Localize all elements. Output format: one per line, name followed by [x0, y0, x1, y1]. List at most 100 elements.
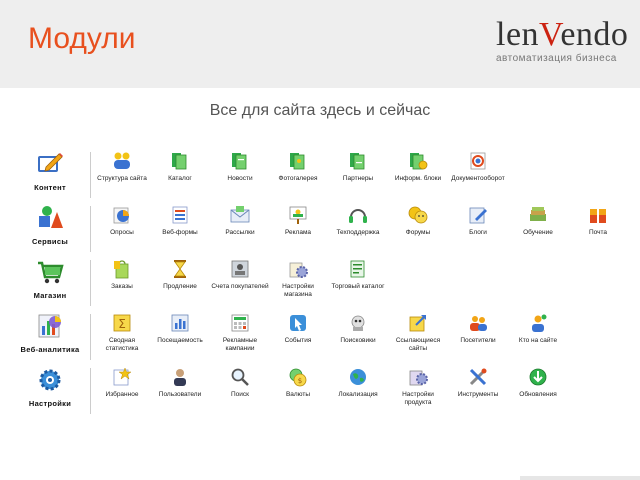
referring-sites-icon	[407, 312, 429, 334]
module-item[interactable]: Торговый каталог	[328, 258, 388, 308]
module-row-3: Магазин Заказы Продление Счета покупателей Н…	[14, 258, 626, 308]
module-label: Опросы	[110, 229, 134, 236]
module-item[interactable]: Поиск	[210, 366, 270, 416]
module-label: Партнеры	[342, 175, 374, 182]
module-label: Каталог	[168, 175, 192, 182]
module-label: Рассылки	[225, 229, 255, 236]
currencies-icon: $	[287, 366, 309, 388]
module-label: Блоги	[469, 229, 487, 236]
module-item[interactable]: Почта	[568, 204, 628, 254]
module-item[interactable]: Счета покупателей	[210, 258, 270, 308]
row-divider	[90, 260, 91, 306]
module-item[interactable]: Техподдержка	[328, 204, 388, 254]
module-label: Настройки магазина	[282, 283, 314, 298]
users-icon	[169, 366, 191, 388]
module-item[interactable]: Каталог	[150, 150, 210, 200]
module-label: Посещаемость	[157, 337, 203, 344]
events-icon	[287, 312, 309, 334]
category-label: Контент	[34, 183, 66, 192]
module-item[interactable]: Рассылки	[210, 204, 270, 254]
favorites-star-icon	[111, 366, 133, 388]
module-item[interactable]: Документооборот	[448, 150, 508, 200]
module-item[interactable]: Инструменты	[448, 366, 508, 416]
module-label: Информ. блоки	[394, 175, 442, 182]
catalog-icon	[169, 150, 191, 172]
module-item[interactable]: Структура сайта	[92, 150, 152, 200]
module-label: Структура сайта	[97, 175, 147, 182]
module-item[interactable]: Реклама	[268, 204, 328, 254]
module-item[interactable]: Ссылающиеся сайты	[388, 312, 448, 362]
tools-icon	[467, 366, 489, 388]
summary-stats-icon: Σ	[111, 312, 133, 334]
news-icon	[229, 150, 251, 172]
category-2[interactable]: Сервисы	[14, 204, 86, 254]
blogs-icon	[467, 204, 489, 226]
module-label: Пользователи	[158, 391, 202, 398]
localization-globe-icon	[347, 366, 369, 388]
module-item[interactable]: Фотогалерея	[268, 150, 328, 200]
category-4[interactable]: Веб-аналитика	[14, 312, 86, 362]
analytics-chart-icon	[36, 312, 64, 340]
module-label: Веб-формы	[162, 229, 198, 236]
module-label: Обновления	[519, 391, 557, 398]
module-item[interactable]: События	[268, 312, 328, 362]
module-label: Локализация	[338, 391, 378, 398]
module-item[interactable]: Локализация	[328, 366, 388, 416]
module-item[interactable]: Блоги	[448, 204, 508, 254]
module-label: Новости	[227, 175, 253, 182]
module-label: Поисковики	[340, 337, 376, 344]
module-row-4: Веб-аналитика Σ Сводная статистика Посещаем…	[14, 312, 626, 362]
renewal-hourglass-icon	[169, 258, 191, 280]
orders-icon	[111, 258, 133, 280]
module-item[interactable]: Поисковики	[328, 312, 388, 362]
module-label: Посетители	[460, 337, 496, 344]
shop-settings-icon	[287, 258, 309, 280]
category-1[interactable]: Контент	[14, 150, 86, 200]
attendance-icon	[169, 312, 191, 334]
category-5[interactable]: Настройки	[14, 366, 86, 416]
lenvendo-logo[interactable]: lenVendo автоматизация бизнеса	[496, 16, 629, 68]
module-item[interactable]: Форумы	[388, 204, 448, 254]
web-forms-icon	[169, 204, 191, 226]
module-item[interactable]: Пользователи	[150, 366, 210, 416]
module-label: Обучение	[523, 229, 553, 236]
module-row-5: Настройки Избранное Пользователи Поиск $ Валю…	[14, 366, 626, 416]
logo-wordmark: lenVendo	[496, 16, 629, 53]
module-item[interactable]: Новости	[210, 150, 270, 200]
module-item[interactable]: $ Валюты	[268, 366, 328, 416]
module-item[interactable]: Посещаемость	[150, 312, 210, 362]
module-label: Счета покупателей	[211, 283, 269, 290]
module-item[interactable]: Σ Сводная статистика	[92, 312, 152, 362]
who-online-icon	[527, 312, 549, 334]
svg-text:$: $	[298, 377, 302, 385]
row-divider	[90, 368, 91, 414]
visitors-icon	[467, 312, 489, 334]
module-item[interactable]: Посетители	[448, 312, 508, 362]
module-label: Сводная статистика	[105, 337, 139, 352]
module-item[interactable]: Заказы	[92, 258, 152, 308]
page-title: Модули	[28, 22, 136, 55]
module-label: Почта	[588, 229, 608, 236]
module-item[interactable]: Партнеры	[328, 150, 388, 200]
structure-icon	[111, 150, 133, 172]
module-item[interactable]: Обновления	[508, 366, 568, 416]
module-item[interactable]: Продление	[150, 258, 210, 308]
category-label: Настройки	[28, 399, 72, 408]
module-label: Избранное	[105, 391, 139, 398]
module-item[interactable]: Рекламные кампании	[210, 312, 270, 362]
services-shapes-icon	[36, 204, 64, 232]
module-label: Настройки продукта	[402, 391, 434, 406]
module-item[interactable]: Веб-формы	[150, 204, 210, 254]
forums-icon	[407, 204, 429, 226]
module-item[interactable]: Кто на сайте	[508, 312, 568, 362]
module-item[interactable]: Информ. блоки	[388, 150, 448, 200]
row-divider	[90, 206, 91, 252]
category-3[interactable]: Магазин	[14, 258, 86, 308]
module-label: Техподдержка	[336, 229, 380, 236]
module-item[interactable]: Настройки магазина	[268, 258, 328, 308]
module-row-2: Сервисы Опросы Веб-формы Рассылки Реклама Тех…	[14, 204, 626, 254]
module-item[interactable]: Опросы	[92, 204, 152, 254]
module-item[interactable]: Обучение	[508, 204, 568, 254]
module-item[interactable]: Настройки продукта	[388, 366, 448, 416]
module-item[interactable]: Избранное	[92, 366, 152, 416]
